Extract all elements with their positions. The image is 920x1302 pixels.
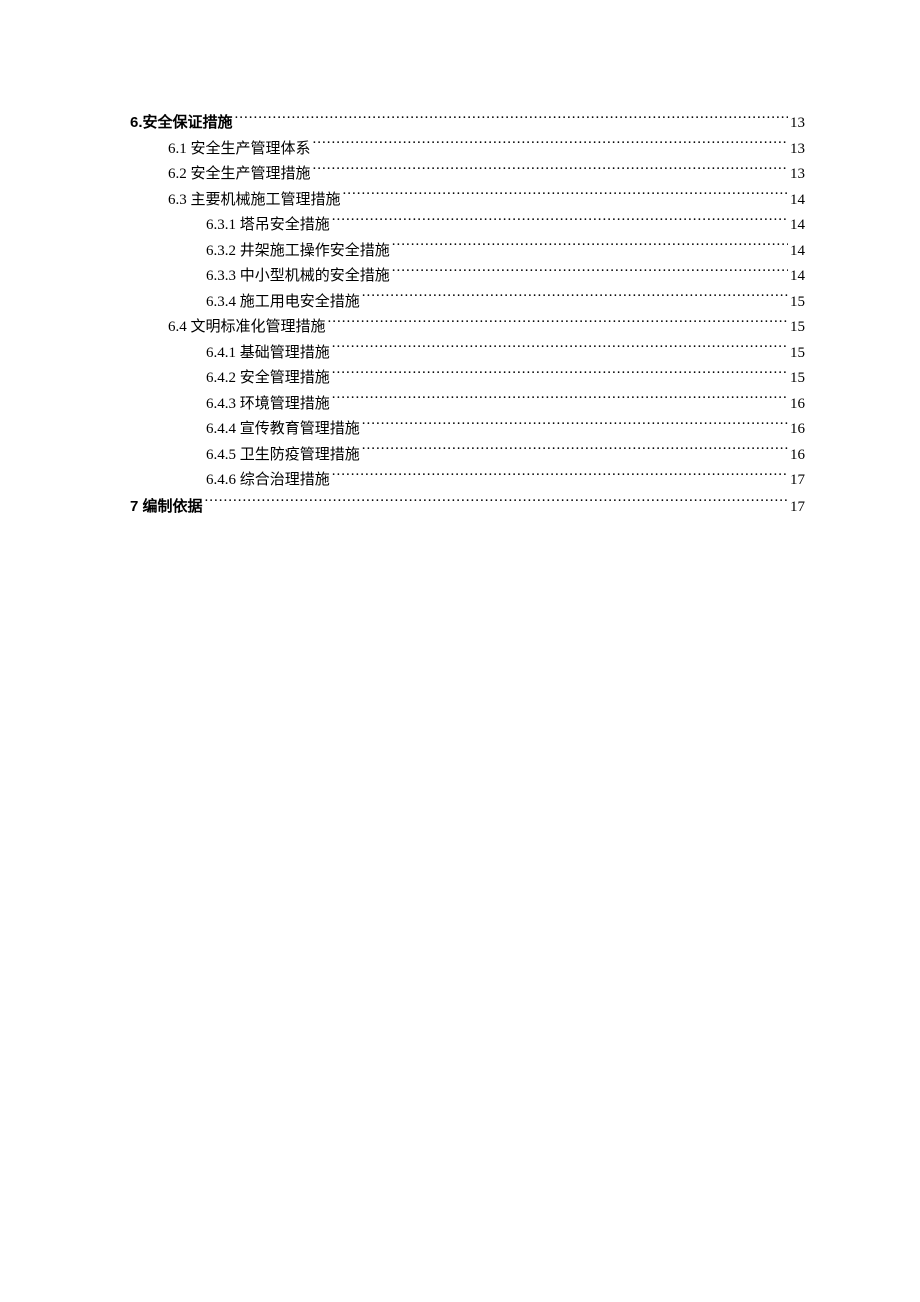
toc-leader-dots xyxy=(313,138,788,153)
toc-entry-page: 16 xyxy=(790,392,805,418)
toc-entry-page: 16 xyxy=(790,443,805,469)
toc-entry-title: 6.1 安全生产管理体系 xyxy=(168,137,311,163)
toc-entry: 6.4.3 环境管理措施 16 xyxy=(206,392,805,418)
table-of-contents: 6.安全保证措施136.1 安全生产管理体系136.2 安全生产管理措施136.… xyxy=(130,110,805,520)
toc-entry: 6.4.1 基础管理措施 15 xyxy=(206,341,805,367)
toc-entry-page: 13 xyxy=(790,111,805,137)
toc-entry-title: 6.安全保证措施 xyxy=(130,110,233,136)
toc-leader-dots xyxy=(362,444,788,459)
toc-leader-dots xyxy=(362,418,788,433)
toc-entry-title: 6.4 文明标准化管理措施 xyxy=(168,315,326,341)
toc-leader-dots xyxy=(392,265,788,280)
toc-leader-dots xyxy=(362,291,788,306)
toc-entry: 6.3.1 塔吊安全措施 14 xyxy=(206,213,805,239)
toc-entry-title: 7 编制依据 xyxy=(130,494,203,520)
toc-entry: 6.1 安全生产管理体系 13 xyxy=(168,137,805,163)
toc-leader-dots xyxy=(205,496,788,511)
toc-leader-dots xyxy=(332,367,788,382)
toc-entry-title: 6.4.3 环境管理措施 xyxy=(206,392,330,418)
toc-entry-title: 6.2 安全生产管理措施 xyxy=(168,162,311,188)
toc-entry-title: 6.4.6 综合治理措施 xyxy=(206,468,330,494)
toc-entry-page: 13 xyxy=(790,162,805,188)
toc-entry-page: 14 xyxy=(790,264,805,290)
toc-entry: 6.2 安全生产管理措施 13 xyxy=(168,162,805,188)
toc-leader-dots xyxy=(328,316,788,331)
toc-entry-title: 6.4.5 卫生防疫管理措施 xyxy=(206,443,360,469)
toc-entry: 6.4.4 宣传教育管理措施 16 xyxy=(206,417,805,443)
toc-entry: 6.4.6 综合治理措施 17 xyxy=(206,468,805,494)
toc-entry-page: 14 xyxy=(790,213,805,239)
toc-entry-title: 6.4.1 基础管理措施 xyxy=(206,341,330,367)
toc-entry-title: 6.3.4 施工用电安全措施 xyxy=(206,290,360,316)
toc-leader-dots xyxy=(332,214,788,229)
toc-entry-page: 15 xyxy=(790,366,805,392)
toc-entry-title: 6.3.2 井架施工操作安全措施 xyxy=(206,239,390,265)
toc-leader-dots xyxy=(343,189,788,204)
toc-leader-dots xyxy=(235,112,788,127)
toc-entry: 6.4.2 安全管理措施 15 xyxy=(206,366,805,392)
toc-entry: 6.4.5 卫生防疫管理措施 16 xyxy=(206,443,805,469)
toc-entry: 6.安全保证措施 13 xyxy=(130,110,805,137)
toc-leader-dots xyxy=(392,240,788,255)
toc-entry-page: 13 xyxy=(790,137,805,163)
toc-entry: 6.3.3 中小型机械的安全措施 14 xyxy=(206,264,805,290)
toc-entry-page: 15 xyxy=(790,290,805,316)
toc-entry-title: 6.3.1 塔吊安全措施 xyxy=(206,213,330,239)
toc-entry-page: 14 xyxy=(790,239,805,265)
toc-leader-dots xyxy=(332,393,788,408)
toc-entry-page: 17 xyxy=(790,468,805,494)
toc-entry-page: 17 xyxy=(790,495,805,521)
toc-entry: 6.3.2 井架施工操作安全措施 14 xyxy=(206,239,805,265)
toc-entry-page: 16 xyxy=(790,417,805,443)
toc-leader-dots xyxy=(332,469,788,484)
toc-entry-title: 6.3 主要机械施工管理措施 xyxy=(168,188,341,214)
toc-entry: 7 编制依据 17 xyxy=(130,494,805,521)
toc-entry: 6.3.4 施工用电安全措施 15 xyxy=(206,290,805,316)
toc-entry: 6.3 主要机械施工管理措施 14 xyxy=(168,188,805,214)
toc-entry: 6.4 文明标准化管理措施 15 xyxy=(168,315,805,341)
toc-entry-title: 6.4.2 安全管理措施 xyxy=(206,366,330,392)
toc-entry-page: 15 xyxy=(790,341,805,367)
toc-entry-title: 6.3.3 中小型机械的安全措施 xyxy=(206,264,390,290)
toc-entry-title: 6.4.4 宣传教育管理措施 xyxy=(206,417,360,443)
toc-leader-dots xyxy=(332,342,788,357)
toc-entry-page: 15 xyxy=(790,315,805,341)
toc-leader-dots xyxy=(313,163,788,178)
toc-entry-page: 14 xyxy=(790,188,805,214)
